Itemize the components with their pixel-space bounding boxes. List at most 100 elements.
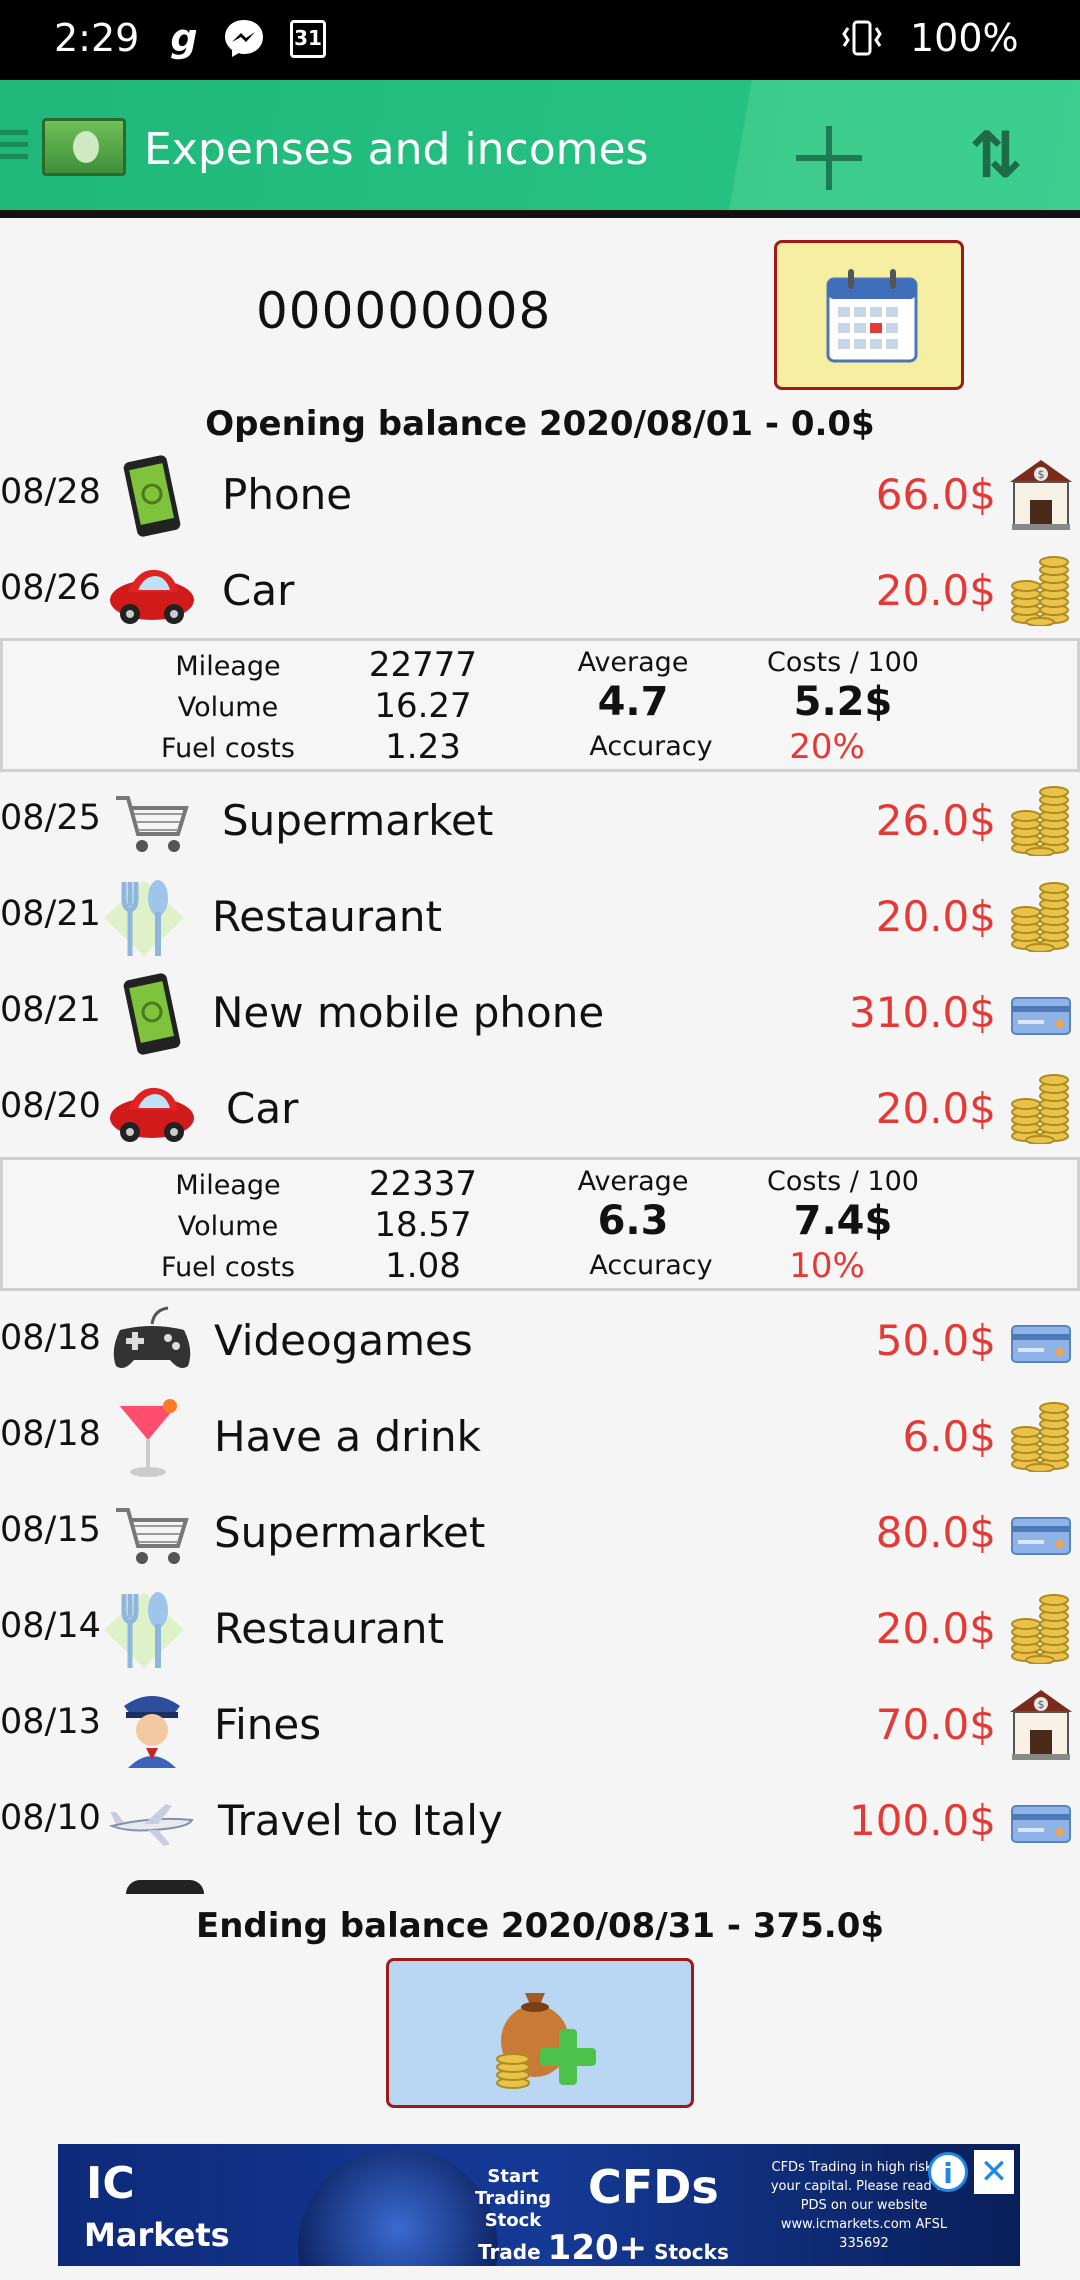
entry-label: Travel to Italy <box>218 1796 503 1845</box>
entry-row[interactable]: 08/21 New mobile phone 310.0$ <box>0 966 1080 1060</box>
entry-amount: 80.0$ <box>875 1508 996 1557</box>
entry-row[interactable]: 08/28 Phone 66.0$ <box>0 448 1080 542</box>
entry-label: Restaurant <box>212 892 442 941</box>
average-label: Average <box>577 647 689 678</box>
credit-card-icon <box>1008 1782 1074 1856</box>
car-icon <box>108 1068 196 1152</box>
police-icon <box>108 1684 196 1768</box>
fuel-stats-box: Mileage Volume Fuel costs 22337 18.57 1.… <box>0 1157 1080 1291</box>
status-bar: 2:29 g 31 100% <box>0 0 1080 80</box>
coins-icon <box>1008 1590 1074 1664</box>
entry-label: Supermarket <box>222 796 494 845</box>
volume-label: Volume <box>177 1211 279 1242</box>
ad-brand-top: IC <box>86 2158 135 2209</box>
entry-row[interactable]: 08/26 Car 20.0$ <box>0 544 1080 638</box>
calendar-status-icon: 31 <box>286 14 330 62</box>
ad-banner[interactable]: IC Markets Start Trading Stock CFDs Trad… <box>58 2144 1020 2266</box>
entry-row[interactable]: 08/21 Restaurant 20.0$ <box>0 870 1080 964</box>
ad-brand-bottom: Markets <box>84 2216 230 2254</box>
vibrate-icon <box>840 14 884 62</box>
partial-entry-icon <box>126 1880 204 1894</box>
entry-label: Supermarket <box>214 1508 486 1557</box>
ad-close-icon[interactable]: ✕ <box>974 2150 1014 2194</box>
airplane-icon <box>108 1780 196 1864</box>
entry-amount: 20.0$ <box>875 566 996 615</box>
cutlery-icon <box>100 876 188 960</box>
credit-card-icon <box>1008 1302 1074 1376</box>
fuel-costs-value: 1.23 <box>385 727 461 767</box>
entry-label: Fines <box>214 1700 322 1749</box>
entry-row[interactable]: 08/13 Fines 70.0$ <box>0 1678 1080 1772</box>
calendar-button[interactable] <box>774 240 964 390</box>
phone-icon <box>108 454 196 538</box>
entry-row[interactable]: 08/14 Restaurant 20.0$ <box>0 1582 1080 1676</box>
car-icon <box>108 550 196 634</box>
app-bar: Expenses and incomes ⇅ <box>0 80 1080 218</box>
entry-date: 08/18 <box>0 1414 101 1454</box>
sort-icon[interactable]: ⇅ <box>968 116 1024 196</box>
app-bar-divider <box>0 210 1080 218</box>
entry-row[interactable]: 08/18 Videogames 50.0$ <box>0 1294 1080 1388</box>
entry-date: 08/26 <box>0 568 101 608</box>
entry-label: Car <box>222 566 295 615</box>
coins-icon <box>1008 552 1074 626</box>
messenger-icon <box>222 14 266 62</box>
costs-per-100-label: Costs / 100 <box>767 647 919 678</box>
opening-balance: Opening balance 2020/08/01 - 0.0$ <box>205 404 875 444</box>
average-label: Average <box>577 1166 689 1197</box>
bank-icon <box>1008 1686 1074 1760</box>
mileage-value: 22337 <box>368 1164 478 1204</box>
mileage-value: 22777 <box>368 645 478 685</box>
costs-per-100-label: Costs / 100 <box>767 1166 919 1197</box>
entry-row[interactable]: 08/18 Have a drink 6.0$ <box>0 1390 1080 1484</box>
costs-per-100-value: 5.2$ <box>793 679 893 725</box>
ad-info-icon[interactable]: i <box>928 2152 968 2192</box>
mileage-label: Mileage <box>175 651 281 682</box>
mileage-label: Mileage <box>175 1170 281 1201</box>
ad-trade: Trade <box>478 2240 541 2264</box>
average-value: 6.3 <box>597 1198 669 1244</box>
entry-date: 08/25 <box>0 798 101 838</box>
entry-date: 08/13 <box>0 1702 101 1742</box>
costs-per-100-value: 7.4$ <box>793 1198 893 1244</box>
add-icon[interactable] <box>790 120 866 196</box>
coins-icon <box>1008 782 1074 856</box>
entry-amount: 20.0$ <box>875 1084 996 1133</box>
accuracy-value: 20% <box>789 727 865 767</box>
money-logo-icon <box>42 118 126 176</box>
entry-label: Have a drink <box>214 1412 481 1461</box>
gamepad-icon <box>108 1300 196 1384</box>
entry-row[interactable]: 08/10 Travel to Italy 100.0$ <box>0 1774 1080 1868</box>
coins-icon <box>1008 1398 1074 1472</box>
coins-icon <box>1008 878 1074 952</box>
entry-amount: 26.0$ <box>875 796 996 845</box>
entry-date: 08/15 <box>0 1510 101 1550</box>
entry-row[interactable]: 08/25 Supermarket 26.0$ <box>0 774 1080 868</box>
volume-label: Volume <box>177 692 279 723</box>
entry-date: 08/20 <box>0 1086 101 1126</box>
average-value: 4.7 <box>597 679 669 725</box>
volume-value: 18.57 <box>374 1205 472 1245</box>
accuracy-label: Accuracy <box>589 1250 713 1281</box>
ad-trade-count: 120+ <box>547 2228 648 2266</box>
entry-date: 08/10 <box>0 1798 101 1838</box>
entry-label: Videogames <box>214 1316 473 1365</box>
phone-icon <box>108 972 196 1056</box>
entry-amount: 20.0$ <box>875 1604 996 1653</box>
entry-label: Restaurant <box>214 1604 444 1653</box>
ad-stocks: Stocks <box>654 2240 729 2264</box>
entry-amount: 310.0$ <box>849 988 996 1037</box>
cutlery-icon <box>100 1588 188 1672</box>
entry-row[interactable]: 08/20 Car 20.0$ <box>0 1062 1080 1156</box>
money-bag-plus-icon <box>496 1993 596 2089</box>
entry-amount: 70.0$ <box>875 1700 996 1749</box>
fuel-costs-label: Fuel costs <box>161 733 295 764</box>
entry-row[interactable]: 08/15 Supermarket 80.0$ <box>0 1486 1080 1580</box>
coins-icon <box>1008 1070 1074 1144</box>
menu-icon[interactable] <box>0 130 28 166</box>
entry-date: 08/28 <box>0 472 101 512</box>
status-time: 2:29 <box>54 16 140 60</box>
add-entry-button[interactable] <box>386 1958 694 2108</box>
entry-date: 08/14 <box>0 1606 101 1646</box>
calendar-icon <box>826 269 918 363</box>
